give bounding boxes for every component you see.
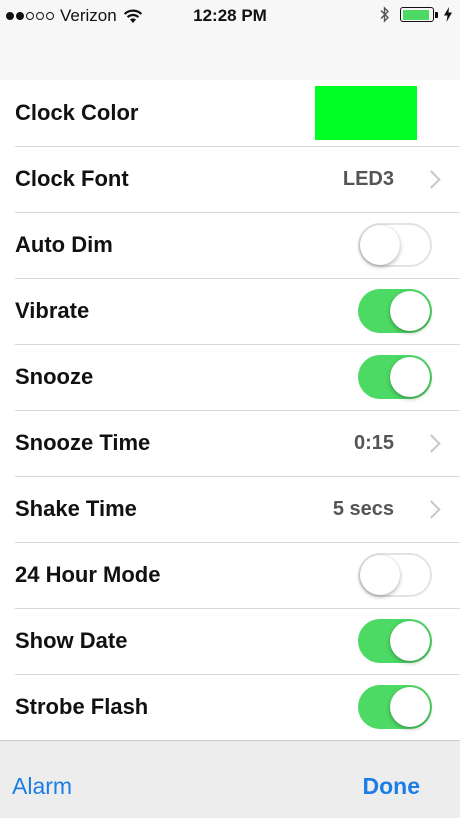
auto-dim-toggle[interactable] xyxy=(358,223,432,267)
hour-mode-24-toggle[interactable] xyxy=(358,553,432,597)
hour-mode-24-row: 24 Hour Mode xyxy=(0,542,460,608)
snooze-label: Snooze xyxy=(15,364,94,389)
strobe-flash-label: Strobe Flash xyxy=(15,694,149,719)
battery-fill xyxy=(402,9,429,20)
snooze-time-value: 0:15 xyxy=(353,431,394,454)
clock-color-row[interactable]: Clock Color xyxy=(0,80,460,146)
shake-time-label: Shake Time xyxy=(15,496,137,521)
toggle-knob xyxy=(390,621,430,661)
show-date-toggle[interactable] xyxy=(358,619,432,663)
snooze-time-row[interactable]: Snooze Time 0:15 xyxy=(0,410,460,476)
clock-font-value: LED3 xyxy=(342,167,394,190)
chevron-right-icon xyxy=(422,499,441,519)
clock-color-swatch[interactable] xyxy=(315,86,417,140)
vibrate-row: Vibrate xyxy=(0,278,460,344)
battery-icon xyxy=(400,7,438,22)
show-date-row: Show Date xyxy=(0,608,460,674)
toggle-knob xyxy=(390,291,430,331)
toggle-knob xyxy=(390,357,430,397)
done-button[interactable]: Done xyxy=(363,773,421,800)
clock-font-label: Clock Font xyxy=(15,166,129,191)
charging-icon xyxy=(444,7,452,22)
snooze-row: Snooze xyxy=(0,344,460,410)
strobe-flash-toggle[interactable] xyxy=(358,685,432,729)
toggle-knob xyxy=(390,687,430,727)
snooze-toggle[interactable] xyxy=(358,355,432,399)
snooze-time-label: Snooze Time xyxy=(15,430,151,455)
status-bar: Verizon 12:28 PM xyxy=(0,0,460,34)
toggle-knob xyxy=(360,555,400,595)
clock-color-label: Clock Color xyxy=(15,100,139,125)
shake-time-value: 5 secs xyxy=(332,497,394,520)
battery-cap xyxy=(435,11,438,18)
clock-font-row[interactable]: Clock Font LED3 xyxy=(0,146,460,212)
toggle-knob xyxy=(360,225,400,265)
bluetooth-icon xyxy=(380,6,389,23)
show-date-label: Show Date xyxy=(15,628,128,653)
navigation-bar xyxy=(0,34,460,81)
settings-list: Clock Color Clock Font LED3 Auto Dim Vib… xyxy=(0,80,460,740)
alarm-button[interactable]: Alarm xyxy=(12,773,72,800)
status-right xyxy=(380,6,452,23)
auto-dim-row: Auto Dim xyxy=(0,212,460,278)
chevron-right-icon xyxy=(422,169,441,189)
vibrate-toggle[interactable] xyxy=(358,289,432,333)
auto-dim-label: Auto Dim xyxy=(15,232,113,257)
strobe-flash-row: Strobe Flash xyxy=(0,674,460,740)
bottom-toolbar: Alarm Done xyxy=(0,740,460,818)
vibrate-label: Vibrate xyxy=(15,298,90,323)
hour-mode-24-label: 24 Hour Mode xyxy=(15,562,161,587)
chevron-right-icon xyxy=(422,433,441,453)
shake-time-row[interactable]: Shake Time 5 secs xyxy=(0,476,460,542)
